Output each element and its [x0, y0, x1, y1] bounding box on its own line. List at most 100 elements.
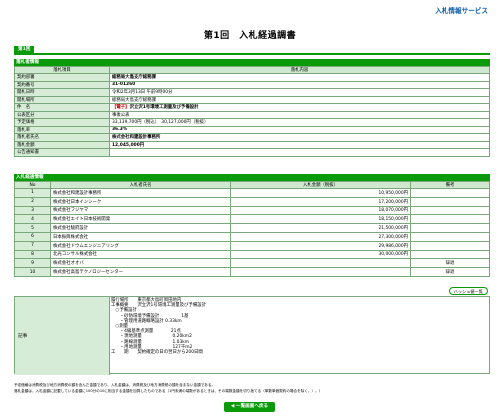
bid-no: 1	[14, 188, 51, 198]
award-row-value: 事後公表	[109, 110, 490, 119]
bid-row: 10 株式会社高島テクノロジーセンター 辞退	[14, 267, 490, 277]
hash-list-link[interactable]: ハッシュ値一覧	[448, 287, 488, 295]
award-row: 公表区分 事後公表	[14, 110, 490, 119]
bid-row: 9 株式会社オオバ 辞退	[14, 258, 490, 269]
bid-no: 3	[14, 205, 51, 216]
bid-remark: 辞退	[410, 267, 490, 277]
bid-no: 2	[14, 196, 51, 207]
bid-no: 5	[14, 223, 51, 233]
award-section-header: 落札者情報	[14, 59, 490, 66]
award-col-content: 落札内容	[109, 66, 490, 74]
award-row-label: 契約部署	[14, 73, 110, 82]
award-row: 件 名【電子】沢立沢1号環境工測量及び予備設計	[14, 103, 490, 112]
bid-no: 9	[14, 258, 51, 269]
award-row-value: 31-01260	[109, 80, 490, 89]
award-row-label: 開札日時	[14, 88, 110, 97]
footnote-line: 落札金額は、入札金額に記載している金額に100分の10に相当する金額を加算したも…	[14, 389, 323, 393]
bid-row: 7 株式会社ドウムエンジニアリング 29,986,000円	[14, 240, 490, 251]
award-row: 落札率 36.3%	[14, 125, 490, 134]
bid-amount: 17,200,000円	[230, 196, 411, 207]
bid-amount: 18,070,000円	[230, 205, 411, 216]
bid-row: 1 株式会社和建設計事務所 10,950,000円	[14, 188, 490, 198]
bid-remark	[410, 188, 490, 198]
award-row: 開札日時 令和2年3月13日 午前9時00分	[14, 88, 490, 97]
bid-name: 株式会社日本インシーク	[50, 196, 231, 207]
bid-name: 株式会社高島テクノロジーセンター	[50, 267, 231, 277]
bid-name: 株式会社フジヤマ	[50, 205, 231, 216]
bid-no: 4	[14, 214, 51, 225]
bid-name: 株式会社エイト日本技術開発	[50, 214, 231, 225]
award-row-value: 36.3%	[109, 125, 490, 134]
bid-amount: 27,300,000円	[230, 231, 411, 242]
award-row-value: 33,139,700円（税込） 30,127,000円（税抜）	[109, 118, 490, 127]
bid-remark	[410, 196, 490, 207]
bids-col-remark: 備考	[410, 181, 490, 189]
bid-amount: 29,986,000円	[230, 240, 411, 251]
bid-name: 北光コンサル株式会社	[50, 249, 231, 260]
bid-remark	[410, 214, 490, 225]
award-col-item: 落札項目	[14, 66, 110, 74]
award-row-value: 12,045,000円	[109, 140, 490, 149]
award-row-text: 36.3%	[112, 127, 128, 133]
bid-remark: 辞退	[410, 258, 490, 269]
award-row: 公告通知書	[14, 148, 490, 157]
bid-name: 株式会社和建設計事務所	[50, 188, 231, 198]
service-title: 入札情報サービス	[435, 7, 488, 15]
notes-body: 履行場所 東京都大島町岡田地内 工事概要 沢立沢1号環境工測量及び予備設計 ○予備…	[111, 298, 206, 355]
bids-col-name: 入札者氏名	[50, 181, 231, 189]
bid-name: 日本振興株式会社	[50, 231, 231, 242]
page-title: 第1回 入札経過調書	[203, 31, 297, 41]
bid-remark	[410, 205, 490, 216]
bid-no: 8	[14, 249, 51, 260]
award-row-value: 総務局大島支庁総務課	[109, 73, 490, 82]
bid-row: 2 株式会社日本インシーク 17,200,000円	[14, 196, 490, 207]
bids-section-header: 入札経過情報	[14, 174, 490, 181]
award-row: 契約番号 31-01260	[14, 80, 490, 89]
award-row-label: 公告通知書	[14, 148, 110, 157]
bid-row: 4 株式会社エイト日本技術開発 18,150,000円	[14, 214, 490, 225]
award-row-label: 落札者氏名	[14, 133, 110, 142]
bids-table: No 入札者氏名 入札金額（税抜） 備考 1 株式会社和建設計事務所 10,950,…	[14, 181, 490, 277]
footnotes: 予定価格は消費税及び地方消費税の額を含んだ金額であり、入札金額は、消費税及び地方…	[14, 382, 490, 394]
bid-row: 8 北光コンサル株式会社 30,000,000円	[14, 249, 490, 260]
award-row-label: 予定価格	[14, 118, 110, 127]
award-row-value	[109, 148, 490, 157]
notes-box: 記事 履行場所 東京都大島町岡田地内 工事概要 沢立沢1号環境工測量及び予備設計 …	[14, 296, 490, 375]
award-row-text: 令和2年3月13日 午前9時00分	[112, 90, 173, 96]
award-row-label: 件 名	[14, 103, 110, 112]
bid-amount: 30,000,000円	[230, 249, 411, 260]
bid-amount: 18,150,000円	[230, 214, 411, 225]
notes-label-cell: 記事	[15, 297, 110, 375]
bid-no: 10	[14, 267, 51, 277]
bids-col-amount: 入札金額（税抜）	[230, 181, 411, 189]
award-row-label: 公表区分	[14, 110, 110, 119]
bid-remark	[410, 231, 490, 242]
award-row-label: 契約番号	[14, 80, 110, 89]
electronic-flag: 【電子】	[112, 105, 130, 111]
award-row: 契約部署 総務局大島支庁総務課	[14, 73, 490, 82]
award-row-label: 開札場所	[14, 95, 110, 104]
bid-amount	[230, 258, 411, 269]
bid-amount: 21,500,000円	[230, 223, 411, 233]
bid-amount: 10,950,000円	[230, 188, 411, 198]
award-row: 落札者氏名 株式会社和建設計事務所	[14, 133, 490, 142]
award-row-value: 総務局大島支庁総務課	[109, 95, 490, 104]
bid-row: 6 日本振興株式会社 27,300,000円	[14, 231, 490, 242]
award-row-text: 株式会社和建設計事務所	[112, 135, 161, 141]
award-row-value: 【電子】沢立沢1号環境工測量及び予備設計	[109, 103, 490, 112]
award-table: 落札項目 落札内容 契約部署 総務局大島支庁総務課 契約番号 31-01260 開札日時…	[14, 66, 490, 157]
bid-no: 7	[14, 240, 51, 251]
bid-row: 3 株式会社フジヤマ 18,070,000円	[14, 205, 490, 216]
bid-remark	[410, 223, 490, 233]
award-row: 落札金額 12,045,000円	[14, 140, 490, 149]
award-row-text: 12,045,000円	[112, 142, 145, 148]
award-row-label: 落札率	[14, 125, 110, 134]
bid-name: 株式会社駿府設計	[50, 223, 231, 233]
award-row-text: 31-01260	[112, 82, 136, 88]
bid-name: 株式会社ドウムエンジニアリング	[50, 240, 231, 251]
award-row: 予定価格 33,139,700円（税込） 30,127,000円（税抜）	[14, 118, 490, 127]
award-row-value: 令和2年3月13日 午前9時00分	[109, 88, 490, 97]
back-to-list-button[interactable]: ◀ 一覧画面へ戻る	[224, 402, 275, 412]
award-row-label: 落札金額	[14, 140, 110, 149]
notes-line: 工 期 契約確定の日の翌日から200日間	[111, 349, 203, 355]
